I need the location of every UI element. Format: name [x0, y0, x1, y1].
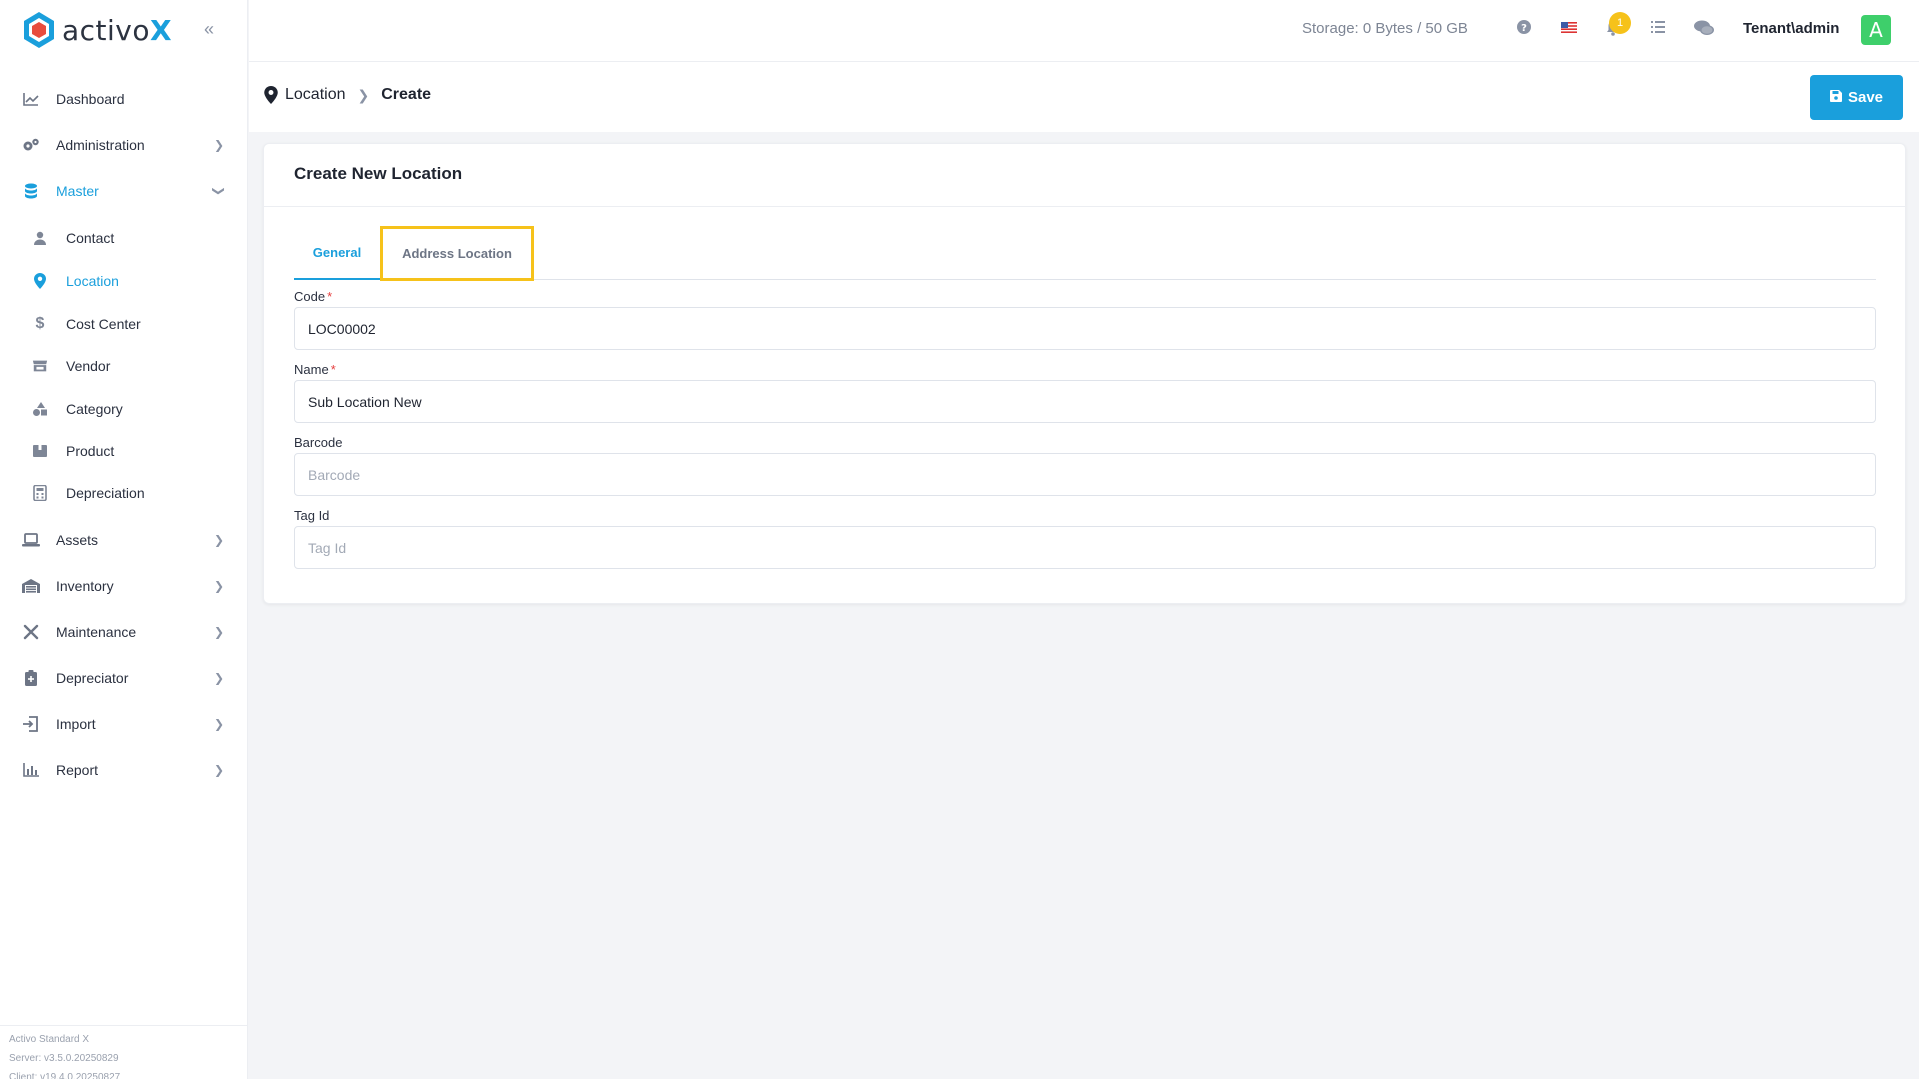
chevron-right-icon: ❯	[214, 717, 225, 731]
calculator-icon	[32, 485, 48, 501]
form-tabs: General Address Location	[294, 226, 1876, 281]
sidebar-item-depreciator[interactable]: Depreciator ❯	[0, 659, 248, 697]
chevron-down-icon: ❯	[212, 185, 227, 197]
sidebar-item-import[interactable]: Import ❯	[0, 705, 248, 743]
chevron-right-icon: ❯	[214, 138, 225, 152]
divider	[264, 206, 1905, 207]
sidebar-item-label: Category	[66, 401, 123, 417]
sidebar-item-label: Administration	[56, 137, 145, 153]
sidebar-item-dashboard[interactable]: Dashboard	[0, 80, 248, 118]
sidebar-item-vendor[interactable]: Vendor	[0, 349, 248, 383]
chevron-right-icon: ❯	[214, 579, 225, 593]
breadcrumb: Location ❯ Create	[263, 86, 431, 104]
version-info: Activo Standard X Server: v3.5.0.2025082…	[0, 1025, 248, 1079]
sidebar-item-label: Contact	[66, 230, 115, 246]
sidebar-item-label: Import	[56, 716, 96, 732]
topbar: Storage: 0 Bytes / 50 GB ? 1 Tenant\admi…	[249, 0, 1919, 62]
breadcrumb-location-link[interactable]: Location	[285, 86, 346, 104]
floppy-disk-icon	[1829, 90, 1842, 105]
sidebar-item-inventory[interactable]: Inventory ❯	[0, 567, 248, 605]
laptop-icon	[22, 531, 40, 549]
required-marker: *	[327, 289, 333, 304]
sidebar-item-category[interactable]: Category	[0, 392, 248, 426]
dollar-icon: $	[35, 315, 45, 332]
storage-usage: Storage: 0 Bytes / 50 GB	[1302, 20, 1468, 37]
card-title: Create New Location	[294, 164, 463, 183]
warehouse-icon	[22, 577, 40, 595]
user-name[interactable]: Tenant\admin	[1743, 20, 1839, 37]
sidebar-item-location[interactable]: Location	[0, 264, 248, 298]
sidebar-item-label: Maintenance	[56, 624, 137, 640]
client-version: Client: v19.4.0.20250827	[9, 1072, 121, 1079]
required-marker: *	[330, 362, 336, 377]
save-button-label: Save	[1847, 89, 1884, 106]
chart-icon	[22, 90, 40, 108]
server-version: Server: v3.5.0.20250829	[9, 1053, 119, 1064]
sidebar-item-label: Master	[56, 183, 99, 199]
chevron-right-icon: ❯	[214, 671, 225, 685]
barcode-label: Barcode	[294, 435, 343, 450]
product-name: Activo Standard X	[9, 1034, 90, 1045]
store-icon	[32, 358, 48, 374]
user-icon	[32, 230, 48, 246]
box-icon	[32, 443, 48, 459]
tools-icon	[22, 623, 40, 641]
map-pin-icon	[264, 86, 278, 104]
chat-icon[interactable]	[1694, 20, 1714, 41]
language-flag-icon[interactable]	[1561, 20, 1577, 38]
sidebar-item-label: Dashboard	[56, 91, 125, 107]
help-icon[interactable]: ?	[1517, 20, 1531, 39]
name-field[interactable]	[294, 380, 1876, 423]
clipboard-icon	[22, 669, 40, 687]
sidebar-item-label: Cost Center	[66, 316, 141, 332]
sidebar-item-label: Depreciator	[56, 670, 129, 686]
page-header: Location ❯ Create Save	[249, 62, 1919, 132]
barcode-field[interactable]	[294, 453, 1876, 496]
sidebar-item-label: Depreciation	[66, 485, 145, 501]
sidebar-item-product[interactable]: Product	[0, 434, 248, 468]
collapse-sidebar-icon[interactable]: «	[204, 19, 214, 40]
sidebar-item-label: Product	[66, 443, 115, 459]
name-label: Name *	[294, 362, 336, 377]
sidebar-item-master[interactable]: Master ❯	[0, 172, 248, 210]
tag-id-label: Tag Id	[294, 508, 330, 523]
brand-name: activoX	[62, 13, 173, 47]
sidebar-item-label: Location	[66, 273, 119, 289]
task-list-icon[interactable]	[1651, 20, 1665, 38]
report-icon	[22, 761, 40, 779]
sidebar-item-label: Assets	[56, 532, 99, 548]
save-button[interactable]: Save	[1810, 75, 1903, 120]
tab-general[interactable]: General	[294, 227, 380, 280]
sidebar-item-depreciation[interactable]: Depreciation	[0, 476, 248, 510]
breadcrumb-current: Create	[381, 86, 432, 103]
code-label: Code *	[294, 289, 333, 304]
svg-text:?: ?	[1521, 23, 1527, 34]
sidebar-item-label: Vendor	[66, 358, 111, 374]
sidebar-item-assets[interactable]: Assets ❯	[0, 521, 248, 559]
create-location-card: Create New Location General Address Loca…	[263, 143, 1906, 604]
code-field[interactable]	[294, 307, 1876, 350]
sidebar-item-label: Report	[56, 762, 99, 778]
sidebar-item-administration[interactable]: Administration ❯	[0, 126, 248, 164]
sidebar-item-label: Inventory	[56, 578, 114, 594]
sidebar-item-report[interactable]: Report ❯	[0, 751, 248, 789]
chevron-right-icon: ❯	[214, 763, 225, 777]
activox-logo-icon	[24, 12, 54, 48]
gears-icon	[22, 136, 40, 154]
sidebar-item-contact[interactable]: Contact	[0, 221, 248, 255]
shapes-icon	[32, 401, 48, 417]
avatar[interactable]: A	[1861, 15, 1891, 45]
database-icon	[22, 182, 40, 200]
sidebar-item-maintenance[interactable]: Maintenance ❯	[0, 613, 248, 651]
tag-id-field[interactable]	[294, 526, 1876, 569]
chevron-right-icon: ❯	[214, 625, 225, 639]
sidebar-item-cost-center[interactable]: $ Cost Center	[0, 307, 248, 341]
map-pin-icon	[32, 273, 48, 289]
tab-address-location[interactable]: Address Location	[380, 226, 534, 281]
import-icon	[22, 715, 40, 733]
chevron-right-icon: ❯	[357, 86, 370, 103]
chevron-right-icon: ❯	[214, 533, 225, 547]
notification-count-badge: 1	[1609, 12, 1631, 34]
sidebar: activoX « Dashboard Administration ❯ Mas…	[0, 0, 248, 1079]
